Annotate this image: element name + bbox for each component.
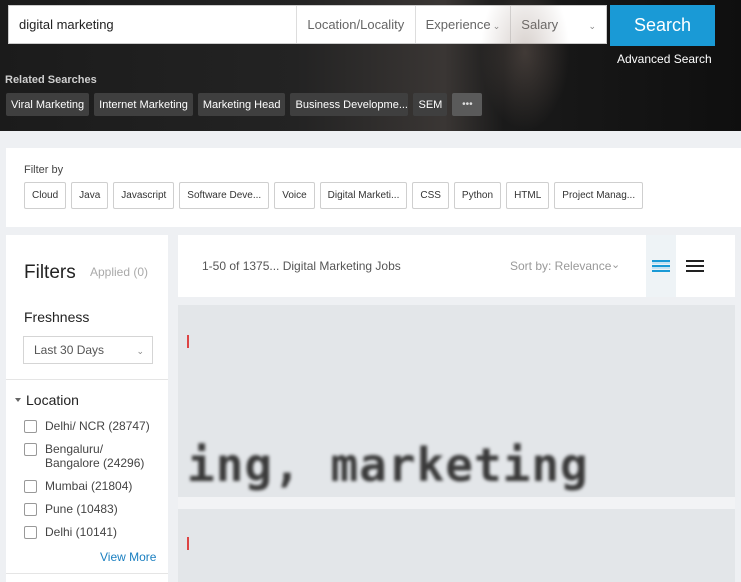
experience-label: Experience xyxy=(425,17,491,32)
banner-text: ing, marketing xyxy=(187,438,589,492)
location-option[interactable]: Mumbai (21804) xyxy=(24,479,150,493)
location-option[interactable]: Delhi (10141) xyxy=(24,525,150,539)
compact-view-button[interactable] xyxy=(680,235,710,297)
filter-chip[interactable]: HTML xyxy=(506,182,550,209)
sort-dropdown[interactable]: Sort by: Relevance xyxy=(510,259,611,273)
search-button[interactable]: Search xyxy=(610,5,715,46)
filter-chip[interactable]: Java xyxy=(71,182,109,209)
banner-marker xyxy=(187,537,189,550)
search-bar: digital marketing Location/Locality Expe… xyxy=(8,5,607,44)
related-search-chip[interactable]: Viral Marketing xyxy=(6,93,90,116)
related-search-chip[interactable]: Business Developme... xyxy=(290,93,409,116)
location-option-label: Delhi (10141) xyxy=(45,525,118,539)
freshness-title: Freshness xyxy=(24,309,90,325)
chevron-down-icon: ⌄ xyxy=(492,21,501,31)
results-header: 1-50 of 1375... Digital Marketing Jobs S… xyxy=(178,235,735,297)
chevron-down-icon: ⌄ xyxy=(136,346,144,356)
list-view-icon xyxy=(652,260,670,272)
view-more-link[interactable]: View More xyxy=(100,550,156,564)
related-search-chip[interactable]: Internet Marketing xyxy=(94,93,193,116)
filter-by-panel: Filter by Cloud Java Javascript Software… xyxy=(6,148,741,227)
checkbox[interactable] xyxy=(24,503,37,516)
filters-title: Filters xyxy=(24,262,76,283)
salary-dropdown[interactable]: Salary ⌄ xyxy=(511,6,606,43)
filter-chip[interactable]: Cloud xyxy=(24,182,67,209)
freshness-value: Last 30 Days xyxy=(34,343,105,357)
related-search-chip[interactable]: SEM xyxy=(413,93,448,116)
hamburger-icon xyxy=(686,260,704,272)
location-option-label: Delhi/ NCR (28747) xyxy=(45,419,150,433)
filter-by-title: Filter by xyxy=(24,164,64,176)
ad-banner[interactable]: ing, marketing xyxy=(178,305,735,582)
filter-chip[interactable]: Project Manag... xyxy=(554,182,644,209)
chevron-down-icon[interactable]: ⌄ xyxy=(611,258,620,271)
checkbox[interactable] xyxy=(24,420,37,433)
related-searches-list: Viral Marketing Internet Marketing Marke… xyxy=(6,93,483,116)
related-search-chip[interactable]: Marketing Head xyxy=(197,93,286,116)
keyword-input[interactable]: digital marketing xyxy=(9,6,297,43)
location-input[interactable]: Location/Locality xyxy=(297,6,416,43)
filter-chip[interactable]: Javascript xyxy=(113,182,175,209)
filter-chip[interactable]: Voice xyxy=(274,182,315,209)
checkbox[interactable] xyxy=(24,526,37,539)
search-header: digital marketing Location/Locality Expe… xyxy=(0,0,741,131)
advanced-search-link[interactable]: Advanced Search xyxy=(617,52,712,66)
filters-applied-count: Applied (0) xyxy=(90,265,149,279)
results-count: 1-50 of 1375... Digital Marketing Jobs xyxy=(202,259,401,273)
related-searches-title: Related Searches xyxy=(5,74,97,86)
experience-dropdown[interactable]: Experience ⌄ xyxy=(416,6,512,43)
location-option[interactable]: Pune (10483) xyxy=(24,502,150,516)
filter-chip[interactable]: Digital Marketi... xyxy=(319,182,408,209)
list-view-button[interactable] xyxy=(646,235,676,297)
divider xyxy=(6,573,168,574)
freshness-dropdown[interactable]: Last 30 Days ⌄ xyxy=(23,336,153,364)
location-option-label: Pune (10483) xyxy=(45,502,118,516)
filter-chip[interactable]: Python xyxy=(453,182,502,209)
filter-chip[interactable]: Software Deve... xyxy=(179,182,270,209)
location-filter-list: Delhi/ NCR (28747) Bengaluru/ Bangalore … xyxy=(24,419,150,548)
checkbox[interactable] xyxy=(24,443,37,456)
location-option[interactable]: Bengaluru/ Bangalore (24296) xyxy=(24,442,150,470)
filter-by-chips: Cloud Java Javascript Software Deve... V… xyxy=(24,182,644,209)
collapse-arrow-icon[interactable] xyxy=(15,398,21,402)
salary-label: Salary xyxy=(521,17,559,32)
location-option-label: Bengaluru/ Bangalore (24296) xyxy=(45,442,145,470)
more-related-button[interactable]: ••• xyxy=(452,93,483,116)
location-option[interactable]: Delhi/ NCR (28747) xyxy=(24,419,150,433)
checkbox[interactable] xyxy=(24,480,37,493)
divider xyxy=(178,497,735,509)
chevron-down-icon: ⌄ xyxy=(588,21,596,31)
filter-chip[interactable]: CSS xyxy=(412,182,449,209)
filters-sidebar: Filters Applied (0) Freshness Last 30 Da… xyxy=(6,235,168,582)
banner-marker xyxy=(187,335,189,348)
divider xyxy=(6,379,168,380)
location-option-label: Mumbai (21804) xyxy=(45,479,133,493)
location-filter-title[interactable]: Location xyxy=(26,392,79,408)
